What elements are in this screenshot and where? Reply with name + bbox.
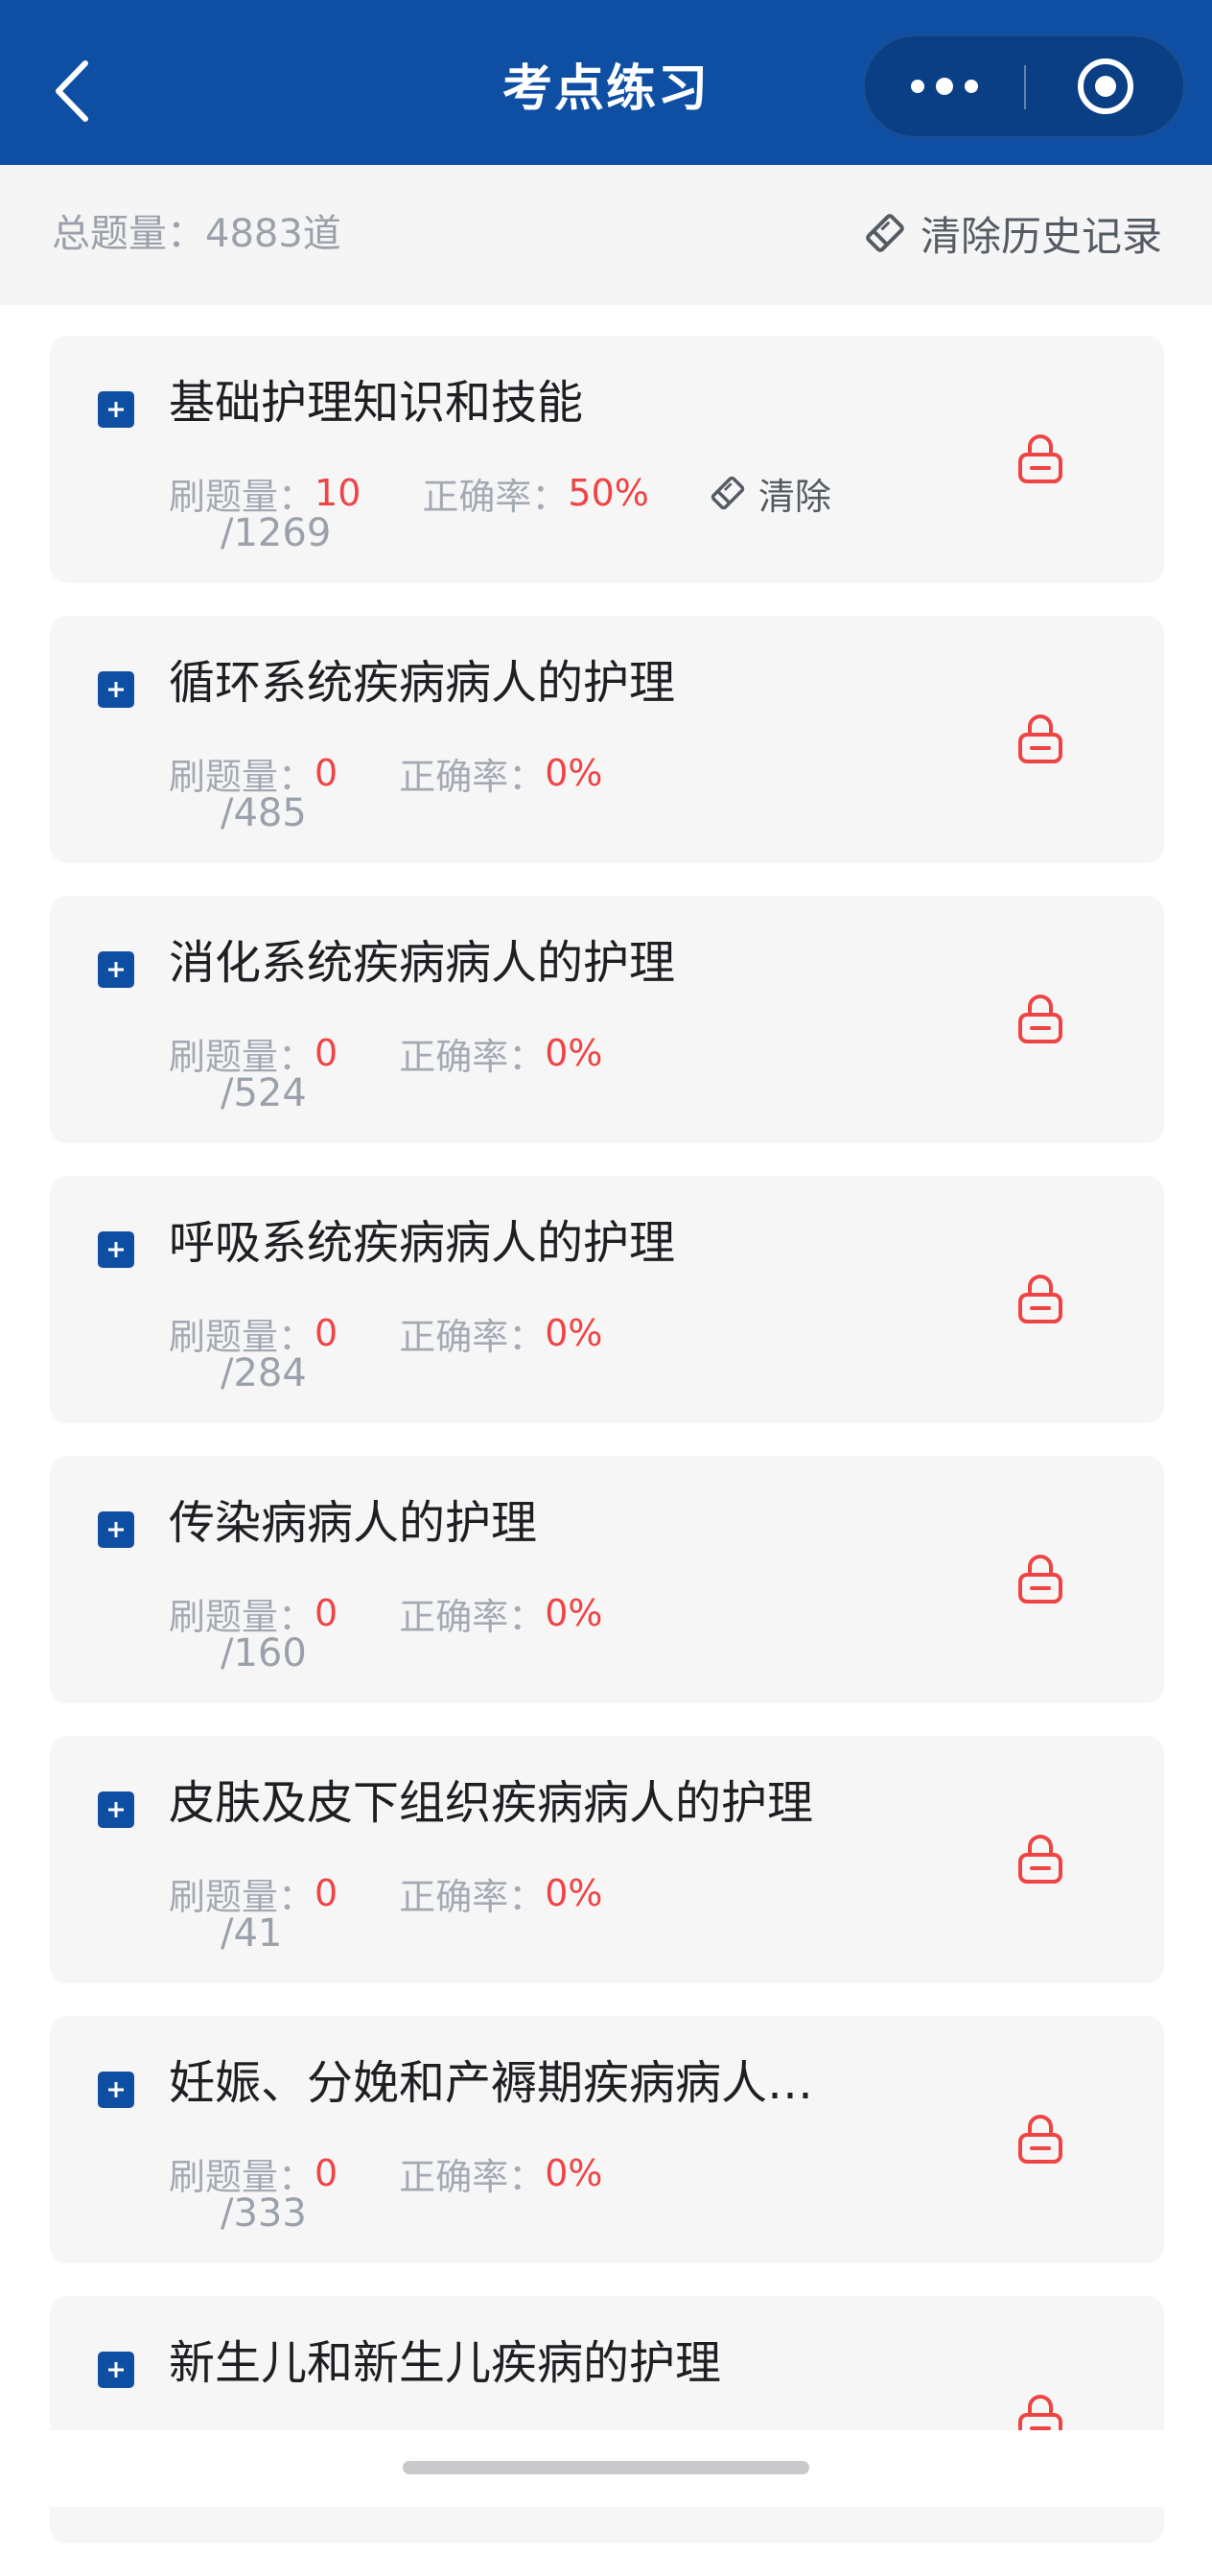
expand-icon[interactable] xyxy=(98,951,134,988)
topic-stats: 刷题量： 10 /1269 正确率： 50% 清除 xyxy=(169,464,831,555)
lock-icon[interactable] xyxy=(1016,712,1064,765)
eraser-icon xyxy=(711,476,745,510)
accuracy-label: 正确率： xyxy=(399,1035,546,1078)
topic-card-5[interactable]: 传染病病人的护理 刷题量： 0 /160 正确率： 0% xyxy=(50,1456,1164,1703)
plus-icon xyxy=(108,2082,124,2097)
topic-stats: 刷题量： 0 /485 正确率： 0% xyxy=(169,744,603,835)
accuracy-label: 正确率： xyxy=(399,1875,546,1918)
topic-card-4[interactable]: 呼吸系统疾病病人的护理 刷题量： 0 /284 正确率： 0% xyxy=(50,1176,1164,1423)
practiced-total: /284 xyxy=(221,1351,307,1395)
topic-title: 消化系统疾病病人的护理 xyxy=(169,936,676,990)
accuracy-label: 正确率： xyxy=(399,1595,546,1638)
lock-icon[interactable] xyxy=(1016,1832,1064,1885)
practiced-count: 0 xyxy=(315,752,338,794)
accuracy-value: 0% xyxy=(545,752,603,794)
total-questions: 总题量：4883道 xyxy=(52,205,341,263)
practiced-total: /524 xyxy=(221,1071,307,1115)
topic-title: 传染病病人的护理 xyxy=(169,1496,538,1550)
practiced-total: /41 xyxy=(221,1911,283,1955)
total-label: 总题量： xyxy=(52,212,205,256)
more-button[interactable] xyxy=(865,36,1024,136)
more-dot xyxy=(936,78,953,95)
accuracy-value: 50% xyxy=(568,472,649,514)
summary-bar: 总题量：4883道 清除历史记录 xyxy=(0,165,1212,305)
accuracy-label: 正确率： xyxy=(399,2155,546,2198)
practiced-total: /160 xyxy=(221,1631,307,1675)
more-dot xyxy=(911,80,924,93)
topic-card-7[interactable]: 妊娠、分娩和产褥期疾病病人… 刷题量： 0 /333 正确率： 0% xyxy=(50,2016,1164,2263)
expand-icon[interactable] xyxy=(98,1511,134,1548)
expand-icon[interactable] xyxy=(98,391,134,428)
topic-stats: 刷题量： 0 /284 正确率： 0% xyxy=(169,1304,603,1395)
plus-icon xyxy=(108,1242,124,1257)
accuracy-label: 正确率： xyxy=(399,755,546,798)
accuracy-value: 0% xyxy=(545,2152,603,2194)
practiced-total: /1269 xyxy=(221,511,332,555)
expand-icon[interactable] xyxy=(98,1791,134,1828)
lock-icon[interactable] xyxy=(1016,1272,1064,1325)
practiced-count: 0 xyxy=(315,2152,338,2194)
topic-stats: 刷题量： 0 /160 正确率： 0% xyxy=(169,1584,603,1675)
top-navigation-bar: 考点练习 xyxy=(0,0,1212,165)
practiced-total: /333 xyxy=(221,2191,307,2236)
expand-icon[interactable] xyxy=(98,2352,134,2388)
accuracy-value: 0% xyxy=(545,1592,603,1634)
lock-icon[interactable] xyxy=(1016,432,1064,485)
total-value: 4883道 xyxy=(205,212,341,256)
practiced-count: 0 xyxy=(315,1872,338,1914)
practiced-total: /485 xyxy=(221,791,307,835)
plus-icon xyxy=(108,402,124,417)
practiced-count: 0 xyxy=(315,1032,338,1074)
practiced-count: 0 xyxy=(315,1592,338,1634)
accuracy-value: 0% xyxy=(545,1312,603,1354)
lock-icon[interactable] xyxy=(1016,1552,1064,1605)
topic-title: 呼吸系统疾病病人的护理 xyxy=(169,1216,676,1270)
topic-title: 新生儿和新生儿疾病的护理 xyxy=(169,2336,722,2390)
topic-title: 皮肤及皮下组织疾病病人的护理 xyxy=(169,1776,814,1830)
topic-stats: 刷题量： 0 /524 正确率： 0% xyxy=(169,1024,603,1115)
clear-topic-label: 清除 xyxy=(758,475,831,518)
expand-icon[interactable] xyxy=(98,671,134,708)
topic-stats: 刷题量： 0 /333 正确率： 0% xyxy=(169,2144,603,2236)
clear-history-label: 清除历史记录 xyxy=(920,212,1162,260)
accuracy-value: 0% xyxy=(545,1872,603,1914)
topic-list: 基础护理知识和技能 刷题量： 10 /1269 正确率： 50% 清除 循环系统… xyxy=(50,336,1164,2576)
target-close-icon xyxy=(1078,59,1133,114)
plus-icon xyxy=(108,962,124,977)
accuracy-label: 正确率： xyxy=(399,1315,546,1358)
lock-icon[interactable] xyxy=(1016,2112,1064,2166)
clear-history-button[interactable]: 清除历史记录 xyxy=(863,201,1162,265)
eraser-icon xyxy=(866,214,904,252)
plus-icon xyxy=(108,2362,124,2377)
plus-icon xyxy=(108,682,124,697)
clear-topic-button[interactable]: 清除 xyxy=(709,467,831,520)
plus-icon xyxy=(108,1522,124,1537)
close-button[interactable] xyxy=(1026,36,1185,136)
more-dot xyxy=(965,80,978,93)
accuracy-value: 0% xyxy=(545,1032,603,1074)
lock-icon[interactable] xyxy=(1016,992,1064,1045)
practiced-count: 0 xyxy=(315,1312,338,1354)
plus-icon xyxy=(108,1802,124,1817)
topic-stats: 刷题量： 0 /41 正确率： 0% xyxy=(169,1864,603,1955)
home-indicator[interactable] xyxy=(403,2461,809,2474)
topic-card-2[interactable]: 循环系统疾病病人的护理 刷题量： 0 /485 正确率： 0% xyxy=(50,616,1164,863)
topic-card-1[interactable]: 基础护理知识和技能 刷题量： 10 /1269 正确率： 50% 清除 xyxy=(50,336,1164,583)
accuracy-label: 正确率： xyxy=(422,475,569,518)
topic-card-3[interactable]: 消化系统疾病病人的护理 刷题量： 0 /524 正确率： 0% xyxy=(50,896,1164,1143)
expand-icon[interactable] xyxy=(98,1231,134,1268)
topic-title: 基础护理知识和技能 xyxy=(169,376,584,430)
topic-title: 妊娠、分娩和产褥期疾病病人… xyxy=(169,2056,814,2110)
expand-icon[interactable] xyxy=(98,2072,134,2108)
topic-title: 循环系统疾病病人的护理 xyxy=(169,656,676,710)
topic-card-6[interactable]: 皮肤及皮下组织疾病病人的护理 刷题量： 0 /41 正确率： 0% xyxy=(50,1736,1164,1983)
mini-program-capsule xyxy=(863,35,1185,138)
